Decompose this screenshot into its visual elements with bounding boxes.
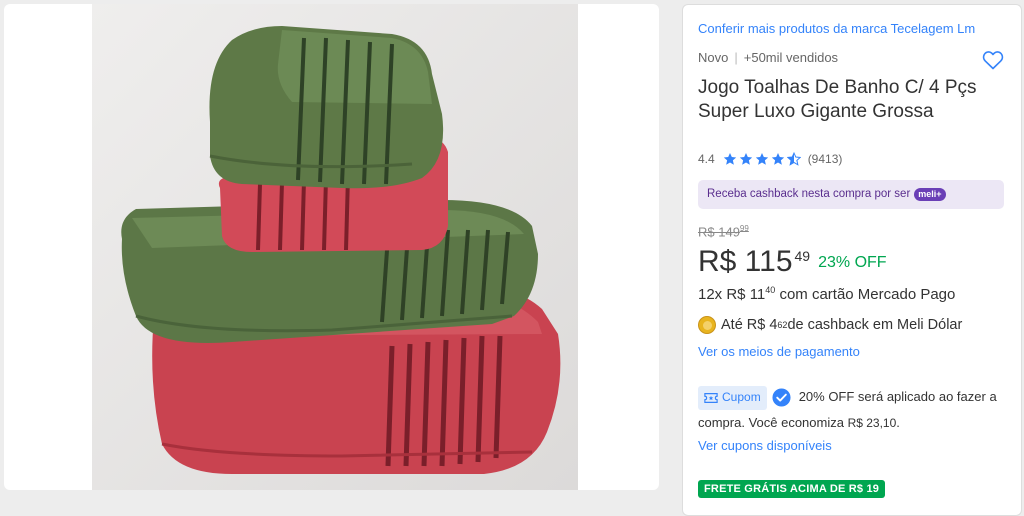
heart-icon[interactable]: [981, 48, 1005, 72]
sold-count: +50mil vendidos: [743, 50, 839, 65]
coupons-link[interactable]: Ver cupons disponíveis: [698, 438, 832, 453]
installments: 12x R$ 1140 com cartão Mercado Pago: [698, 285, 955, 303]
meli-dolar-text: de cashback em Meli Dólar: [787, 317, 963, 333]
cashback-label: Receba cashback nesta compra por ser: [707, 188, 911, 200]
coupon-text-end: .: [896, 414, 900, 430]
coupon-chip[interactable]: Cupom: [698, 385, 767, 410]
coupon-savings: R$ 23,10: [847, 415, 897, 430]
current-price: R$ 115 49 23% OFF: [698, 243, 887, 281]
product-info-panel: Conferir mais produtos da marca Tecelage…: [682, 4, 1022, 516]
meli-dolar-value: Até R$ 4: [721, 317, 778, 333]
condition-label: Novo: [698, 50, 729, 65]
old-price-cents: 99: [739, 224, 749, 233]
product-photo[interactable]: [92, 4, 578, 490]
cashback-banner[interactable]: Receba cashback nesta compra por ser meli…: [698, 180, 1004, 209]
meta-separator: |: [734, 50, 738, 65]
old-price-value: R$ 149: [698, 224, 740, 240]
coupon-icon: [704, 392, 718, 403]
free-shipping-badge: FRETE GRÁTIS ACIMA DE R$ 19: [698, 480, 886, 498]
product-gallery: [4, 4, 659, 490]
brand-link[interactable]: Conferir mais produtos da marca Tecelage…: [698, 21, 975, 36]
rating-row[interactable]: 4.4 (9413): [698, 152, 842, 166]
price-cents: 49: [794, 248, 811, 264]
star-icon: [739, 153, 752, 165]
coupon-chip-label: Cupom: [722, 390, 761, 405]
product-title: Jogo Toalhas De Banho C/ 4 Pçs Super Lux…: [698, 77, 977, 122]
meli-dolar-coin-icon: [698, 316, 716, 334]
cashback-text: Receba cashback nesta compra por ser meli…: [707, 188, 946, 201]
star-icon: [755, 153, 768, 165]
installments-text: com cartão Mercado Pago: [775, 286, 956, 303]
price-value: R$ 115: [698, 245, 793, 278]
old-price: R$ 14999: [698, 224, 749, 239]
star-icon: [771, 153, 784, 165]
rating-stars: [723, 152, 803, 166]
rating-value: 4.4: [698, 152, 715, 166]
installments-cents: 40: [765, 285, 776, 295]
meli-plus-badge: meli+: [914, 188, 946, 201]
review-count: (9413): [807, 152, 843, 166]
half-star-icon: [786, 152, 801, 166]
check-icon: [772, 388, 791, 407]
star-icon: [723, 153, 736, 165]
meli-dolar-cents: 62: [777, 320, 788, 330]
meli-dolar-cashback: Até R$ 4 62 de cashback em Meli Dólar: [698, 316, 962, 334]
coupon-info: Cupom 20% OFF será aplicado ao fazer a c…: [698, 384, 1014, 436]
product-meta: Novo | +50mil vendidos: [698, 50, 838, 65]
installments-value: 12x R$ 11: [698, 286, 766, 303]
discount-label: 23% OFF: [818, 254, 887, 271]
payment-methods-link[interactable]: Ver os meios de pagamento: [698, 344, 860, 359]
